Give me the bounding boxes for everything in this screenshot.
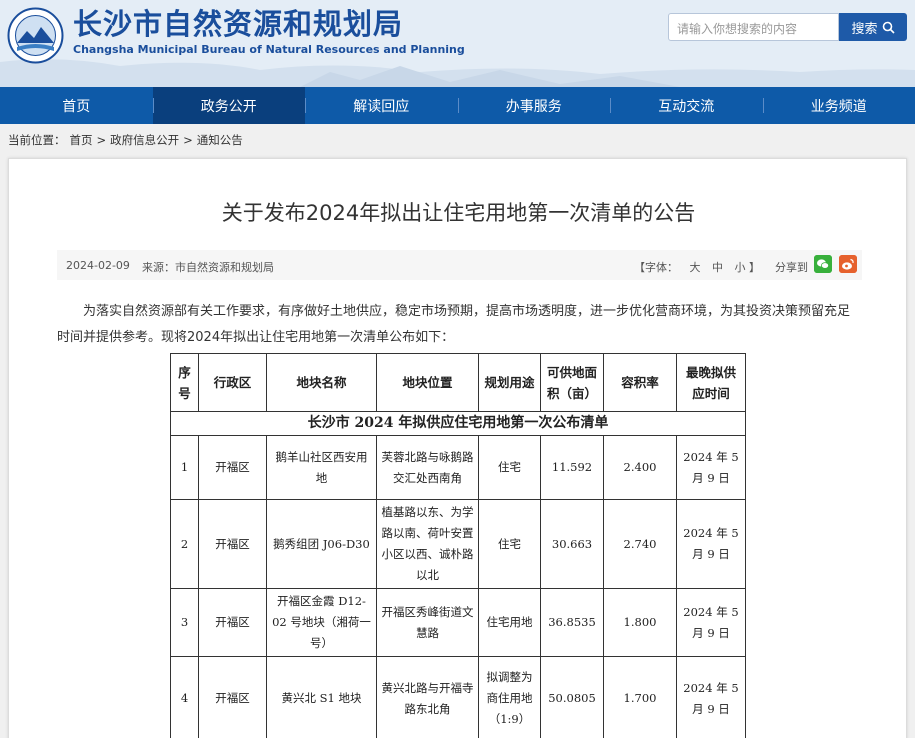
nav-item-services[interactable]: 办事服务	[457, 87, 611, 124]
breadcrumb-link-home[interactable]: 首页	[70, 133, 93, 147]
breadcrumb-separator: >	[183, 133, 193, 147]
table-cell: 黄兴北路与开福寺路东北角	[376, 656, 479, 738]
table-caption: 长沙市 2024 年拟供应住宅用地第一次公布清单	[170, 411, 746, 436]
table-cell: 1	[170, 435, 199, 500]
column-header: 规划用途	[478, 353, 541, 412]
share-label: 分享到	[775, 261, 808, 274]
column-header: 地块位置	[376, 353, 479, 412]
table-cell: 开福区金霞 D12-02 号地块（湘荷一号）	[266, 588, 377, 657]
table-cell: 3	[170, 588, 199, 657]
table-cell: 2.400	[603, 435, 677, 500]
table-row: 4 开福区 黄兴北 S1 地块 黄兴北路与开福寺路东北角 拟调整为商住用地（1:…	[170, 656, 746, 738]
table-cell: 鹅羊山社区西安用地	[266, 435, 377, 500]
table-cell: 2024 年 5 月 9 日	[676, 656, 746, 738]
column-header: 地块名称	[266, 353, 377, 412]
column-header: 行政区	[198, 353, 267, 412]
article-source: 来源：市自然资源和规划局	[142, 261, 274, 274]
font-size-label: 【字体：	[634, 261, 678, 274]
nav-item-business[interactable]: 业务频道	[762, 87, 915, 124]
table-cell: 芙蓉北路与咏鹅路交汇处西南角	[376, 435, 479, 500]
site-header: 长沙市自然资源和规划局 Changsha Municipal Bureau of…	[0, 0, 915, 87]
article-panel: 关于发布2024年拟出让住宅用地第一次清单的公告 2024-02-09 来源：市…	[8, 158, 907, 738]
breadcrumb-link-gov-info[interactable]: 政府信息公开	[110, 133, 179, 147]
main-nav: 首页 政务公开 解读回应 办事服务 互动交流 业务频道	[0, 87, 915, 124]
land-list-table: 长沙市 2024 年拟供应住宅用地第一次公布清单 序号 行政区 地块名称 地块位…	[170, 353, 746, 738]
column-header: 最晚拟供应时间	[676, 353, 746, 412]
breadcrumb: 当前位置： 首页 > 政府信息公开 > 通知公告	[8, 132, 247, 148]
bureau-seal-logo	[7, 7, 64, 64]
wechat-share-icon[interactable]	[814, 255, 832, 273]
table-cell: 开福区	[198, 588, 267, 657]
table-row: 2 开福区 鹅秀组团 J06-D30 植基路以东、为学路以南、荷叶安置小区以西、…	[170, 499, 746, 589]
weibo-share-icon[interactable]	[839, 255, 857, 273]
table-row: 3 开福区 开福区金霞 D12-02 号地块（湘荷一号） 开福区秀峰街道文慧路 …	[170, 588, 746, 657]
table-cell: 30.663	[540, 499, 604, 589]
search-icon	[882, 21, 895, 34]
font-size-large[interactable]: 大	[690, 261, 701, 274]
nav-item-interaction[interactable]: 互动交流	[610, 87, 763, 124]
search-button-label: 搜索	[851, 21, 878, 37]
font-size-end: 】	[749, 261, 760, 274]
table-cell: 4	[170, 656, 199, 738]
table-cell: 拟调整为商住用地（1:9）	[478, 656, 541, 738]
table-cell: 住宅	[478, 435, 541, 500]
breadcrumb-prefix: 当前位置：	[8, 133, 66, 147]
table-cell: 1.800	[603, 588, 677, 657]
search-input[interactable]: 请输入你想搜索的内容	[668, 13, 839, 41]
table-row: 1 开福区 鹅羊山社区西安用地 芙蓉北路与咏鹅路交汇处西南角 住宅 11.592…	[170, 435, 746, 500]
table-cell: 开福区	[198, 499, 267, 589]
table-cell: 住宅用地	[478, 588, 541, 657]
column-header: 序号	[170, 353, 199, 412]
breadcrumb-link-notices[interactable]: 通知公告	[197, 133, 243, 147]
site-title-english: Changsha Municipal Bureau of Natural Res…	[73, 43, 465, 56]
table-cell: 开福区秀峰街道文慧路	[376, 588, 479, 657]
table-cell: 36.8535	[540, 588, 604, 657]
font-size-switcher: 【字体： 大 中 小 】	[634, 259, 760, 275]
article-meta-bar: 2024-02-09 来源：市自然资源和规划局 【字体： 大 中 小 】 分享到	[57, 250, 862, 280]
table-cell: 2024 年 5 月 9 日	[676, 499, 746, 589]
font-size-medium[interactable]: 中	[712, 261, 723, 274]
land-list-table-wrapper: 长沙市 2024 年拟供应住宅用地第一次公布清单 序号 行政区 地块名称 地块位…	[170, 353, 746, 738]
column-header: 可供地面积（亩）	[540, 353, 604, 412]
article-title: 关于发布2024年拟出让住宅用地第一次清单的公告	[221, 201, 696, 225]
table-cell: 50.0805	[540, 656, 604, 738]
table-cell: 2024 年 5 月 9 日	[676, 435, 746, 500]
table-cell: 开福区	[198, 656, 267, 738]
table-cell: 开福区	[198, 435, 267, 500]
table-cell: 鹅秀组团 J06-D30	[266, 499, 377, 589]
table-cell: 11.592	[540, 435, 604, 500]
font-size-small[interactable]: 小	[735, 261, 746, 274]
table-cell: 2	[170, 499, 199, 589]
table-header-row: 序号 行政区 地块名称 地块位置 规划用途 可供地面积（亩） 容积率 最晚拟供应…	[170, 353, 746, 412]
nav-item-home[interactable]: 首页	[0, 87, 153, 124]
table-cell: 黄兴北 S1 地块	[266, 656, 377, 738]
table-cell: 植基路以东、为学路以南、荷叶安置小区以西、诚朴路以北	[376, 499, 479, 589]
publish-date: 2024-02-09	[66, 259, 130, 272]
table-cell: 住宅	[478, 499, 541, 589]
nav-item-government-affairs[interactable]: 政务公开	[152, 87, 305, 124]
table-cell: 1.700	[603, 656, 677, 738]
site-title: 长沙市自然资源和规划局	[73, 7, 404, 41]
breadcrumb-separator: >	[96, 133, 107, 147]
article-intro: 为落实自然资源部有关工作要求，有序做好土地供应，稳定市场预期，提高市场透明度，进…	[57, 304, 851, 345]
table-cell: 2.740	[603, 499, 677, 589]
nav-item-interpretation[interactable]: 解读回应	[305, 87, 458, 124]
column-header: 容积率	[603, 353, 677, 412]
search-button[interactable]: 搜索	[839, 13, 907, 41]
table-cell: 2024 年 5 月 9 日	[676, 588, 746, 657]
